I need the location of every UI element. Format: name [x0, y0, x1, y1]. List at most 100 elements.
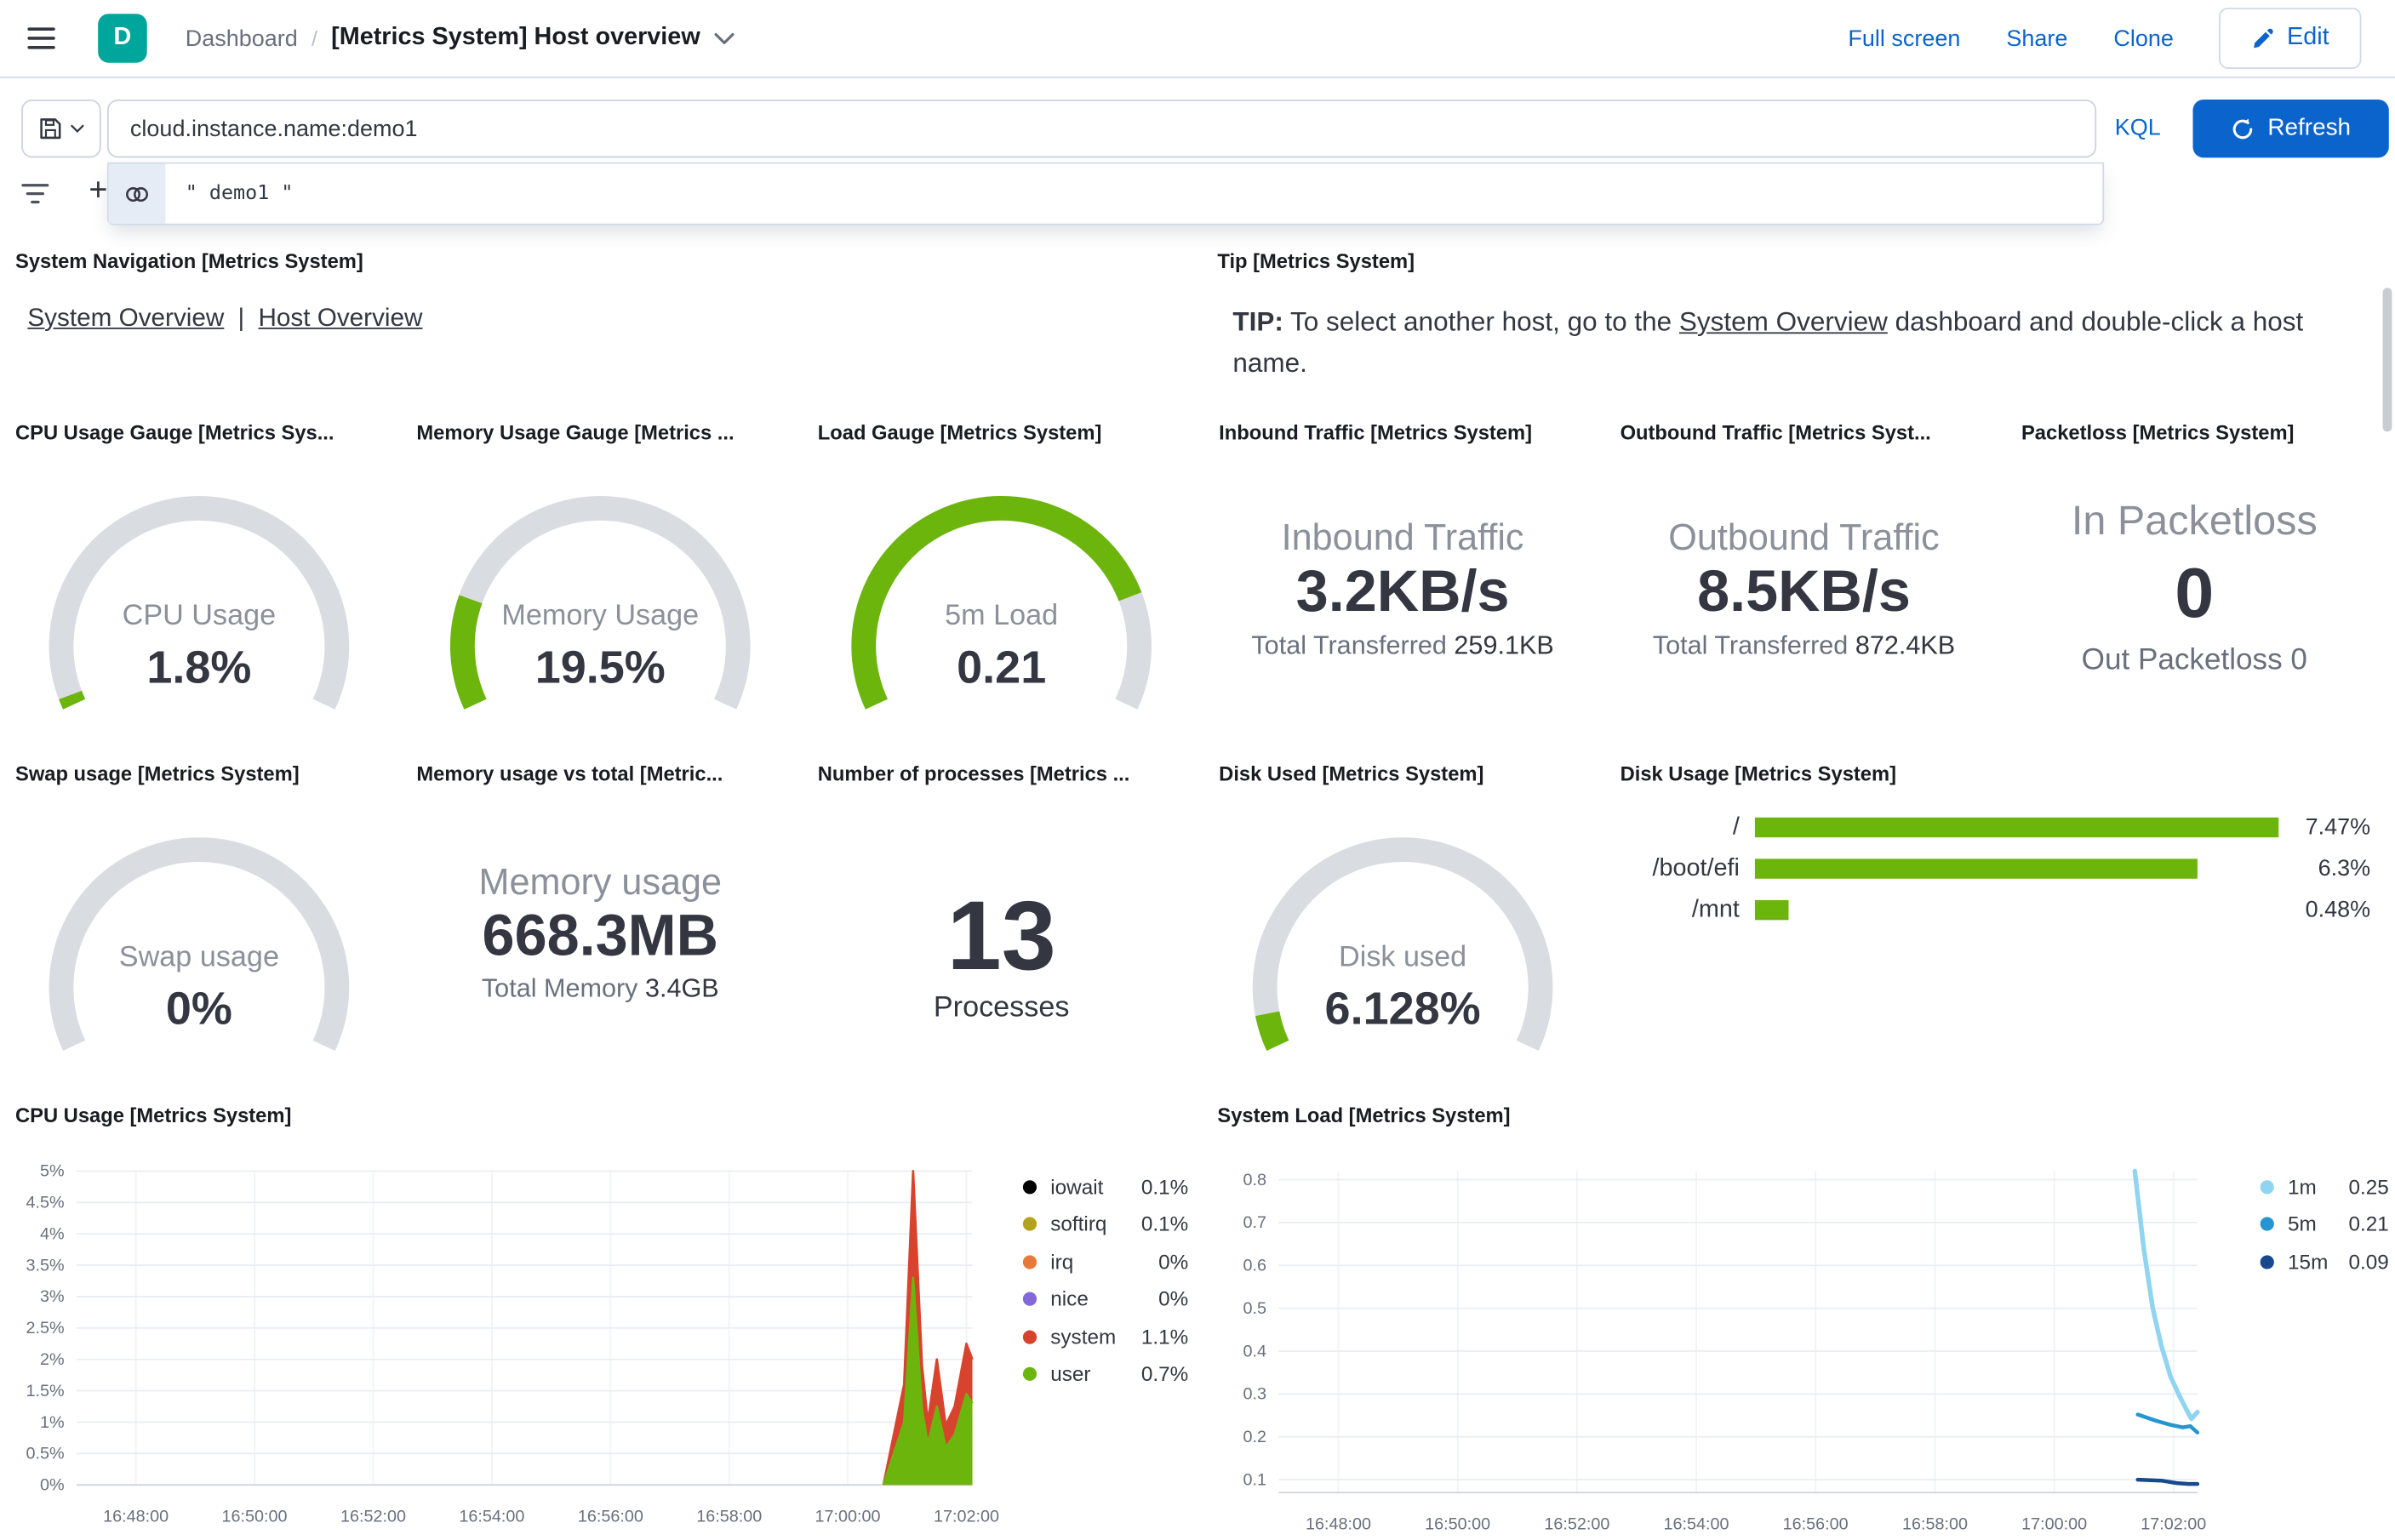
legend-item[interactable]: nice 0% [1022, 1287, 1189, 1311]
system-navigation-links: System Overview | Host Overview [27, 305, 422, 334]
legend-item[interactable]: softirq 0.1% [1022, 1212, 1189, 1235]
disk-usage-bar[interactable] [1754, 817, 2279, 838]
mount-point-label: /boot/efi [1652, 854, 1740, 881]
disk-usage-bar[interactable] [1754, 858, 2198, 879]
share-button[interactable]: Share [2006, 26, 2067, 52]
panel-title-inbound: Inbound Traffic [Metrics System] [1219, 420, 1533, 444]
gauge-label: Swap usage [118, 941, 279, 974]
cpu-usage-chart: 0% 0.5% 1% 1.5% 2% 2.5% 3% 3.5% 4% 4.5% 5% 16:48:00… [0, 1155, 1010, 1540]
inbound-traffic-total: Total Transferred 259.1KB [1203, 630, 1602, 661]
query-language-button[interactable]: KQL [2115, 100, 2161, 157]
legend-series-value: 0.25 [2348, 1174, 2389, 1198]
svg-text:0.7: 0.7 [1243, 1213, 1266, 1232]
system-overview-link[interactable]: System Overview [27, 305, 224, 334]
breadcrumb: Dashboard / [Metrics System] Host overvi… [186, 0, 735, 77]
legend-color-dot [1022, 1292, 1037, 1306]
save-icon [40, 118, 61, 140]
disk-usage-bar-track [1754, 817, 2284, 838]
sub-label: Out Packetloss [2081, 642, 2283, 677]
breadcrumb-separator: / [311, 26, 317, 51]
filter-icon[interactable] [20, 180, 54, 211]
disk-usage-bar-track [1754, 899, 2284, 921]
panel-title-cpu-gauge: CPU Usage Gauge [Metrics Sys... [14, 420, 334, 444]
refresh-icon [2232, 117, 2253, 139]
legend-series-value: 0.1% [1140, 1212, 1189, 1235]
legend-item[interactable]: 1m 0.25 [2260, 1174, 2389, 1198]
swap-usage-gauge: Swap usage 0% [46, 835, 352, 1064]
host-overview-link[interactable]: Host Overview [258, 305, 422, 334]
tip-system-overview-link[interactable]: System Overview [1679, 306, 1888, 337]
legend-color-dot [1022, 1254, 1037, 1269]
legend-color-dot [2260, 1254, 2274, 1269]
legend-item[interactable]: 15m 0.09 [2260, 1250, 2389, 1274]
svg-text:17:02:00: 17:02:00 [2141, 1514, 2206, 1533]
menu-icon[interactable] [25, 21, 59, 55]
disk-usage-bar-track [1754, 858, 2284, 879]
load-gauge: 5m Load 0.21 [849, 493, 1155, 722]
mount-point-label: / [1732, 813, 1740, 840]
panel-title-memory-gauge: Memory Usage Gauge [Metrics ... [416, 420, 735, 444]
disk-usage-bars: / 7.47% /boot/efi 6.3% /mnt 0.48% [1605, 807, 2371, 931]
clone-button[interactable]: Clone [2113, 26, 2174, 52]
query-input[interactable] [106, 99, 2097, 158]
legend-series-name: 15m [2288, 1250, 2329, 1274]
panel-title-cpu-chart: CPU Usage [Metrics System] [14, 1104, 292, 1127]
system-load-legend: 1m 0.25 5m 0.21 15m 0.09 [2260, 1174, 2389, 1274]
legend-color-dot [1022, 1366, 1037, 1381]
gauge-value: 0.21 [957, 642, 1047, 694]
svg-text:16:52:00: 16:52:00 [1544, 1514, 1609, 1533]
scrollbar-thumb[interactable] [2382, 288, 2392, 432]
chart-plot: 0.1 0.2 0.3 0.4 0.5 0.6 0.7 0.8 16:48:00 16:50:00… [1243, 1168, 2206, 1533]
outbound-traffic-total: Total Transferred 872.4KB [1605, 630, 2003, 661]
query-suggestion-popover[interactable]: " demo1 " [106, 162, 2105, 225]
legend-series-value: 0.1% [1140, 1174, 1189, 1198]
legend-item[interactable]: system 1.1% [1022, 1325, 1188, 1348]
svg-text:0%: 0% [40, 1476, 65, 1495]
process-count-value: 13 [946, 880, 1056, 991]
refresh-button[interactable]: Refresh [2192, 99, 2389, 158]
disk-usage-row: /boot/efi 6.3% [1605, 848, 2370, 890]
chart-plot: 0% 0.5% 1% 1.5% 2% 2.5% 3% 3.5% 4% 4.5% 5% 16:48:00… [26, 1162, 999, 1526]
svg-text:0.4: 0.4 [1243, 1342, 1266, 1360]
full-screen-button[interactable]: Full screen [1848, 26, 1960, 52]
svg-text:16:50:00: 16:50:00 [222, 1507, 288, 1526]
process-count-label: Processes [933, 991, 1070, 1024]
chevron-down-icon [71, 124, 84, 133]
add-filter-button[interactable]: + [89, 173, 107, 209]
legend-series-value: 0% [1158, 1287, 1189, 1311]
svg-text:1.5%: 1.5% [26, 1382, 64, 1400]
svg-text:0.5: 0.5 [1243, 1299, 1266, 1318]
svg-text:16:48:00: 16:48:00 [1306, 1514, 1371, 1533]
disk-usage-row: /mnt 0.48% [1605, 889, 2370, 931]
sub-value: 3.4GB [644, 973, 719, 1003]
breadcrumb-dashboard-link[interactable]: Dashboard [186, 26, 298, 52]
legend-series-name: softirq [1050, 1212, 1107, 1235]
value-token-icon [108, 163, 166, 224]
edit-button[interactable]: Edit [2219, 7, 2362, 69]
edit-button-label: Edit [2287, 24, 2329, 51]
svg-text:16:56:00: 16:56:00 [1783, 1514, 1849, 1533]
gauge-label: Disk used [1339, 941, 1467, 974]
sub-label: Total Transferred [1251, 630, 1447, 660]
panel-title-load-gauge: Load Gauge [Metrics System] [817, 420, 1102, 444]
sub-label: Total Memory [481, 973, 638, 1003]
legend-item[interactable]: 5m 0.21 [2260, 1212, 2389, 1235]
space-avatar[interactable]: D [98, 14, 147, 63]
panel-title-disk-usage: Disk Usage [Metrics System] [1620, 762, 1897, 786]
tip-text: TIP: To select another host, go to the S… [1232, 301, 2365, 384]
title-chevron-down-icon[interactable] [714, 31, 735, 45]
legend-item[interactable]: user 0.7% [1022, 1362, 1188, 1385]
header-actions: Full screen Share Clone Edit [1848, 0, 2362, 77]
saved-query-menu-button[interactable] [21, 99, 101, 158]
svg-text:0.1: 0.1 [1243, 1470, 1266, 1489]
disk-usage-value: 7.47% [2305, 814, 2371, 841]
legend-item[interactable]: iowait 0.1% [1022, 1174, 1189, 1198]
legend-series-name: irq [1050, 1250, 1074, 1274]
tip-bold: TIP: [1232, 305, 1283, 337]
cpu-usage-gauge: CPU Usage 1.8% [46, 493, 352, 722]
panel-title-swap: Swap usage [Metrics System] [14, 762, 300, 786]
gauge-label: 5m Load [945, 600, 1059, 633]
legend-item[interactable]: irq 0% [1022, 1250, 1188, 1274]
memory-usage-label: Memory usage [478, 861, 723, 904]
disk-usage-bar[interactable] [1754, 899, 1789, 921]
